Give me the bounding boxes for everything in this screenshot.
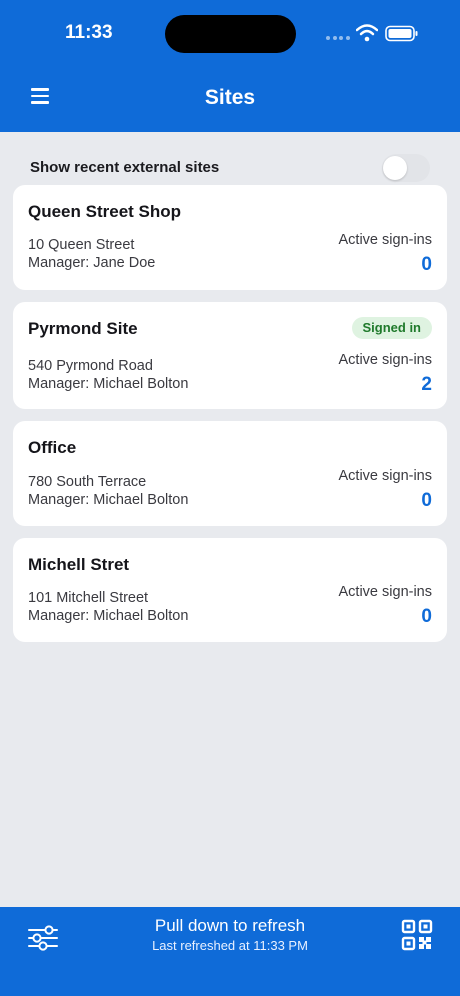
active-signins-count: 0 [421,254,432,275]
active-signins-count: 2 [421,374,432,395]
site-manager: Manager: Jane Doe [28,255,156,271]
active-signins-label: Active sign-ins [338,352,432,368]
site-address: 540 Pyrmond Road [28,358,153,374]
site-card-queen-street-shop[interactable]: Queen Street Shop 10 Queen Street Manage… [13,185,447,290]
recent-external-sites-row: Show recent external sites [30,154,430,182]
site-card-office[interactable]: Office 780 South Terrace Manager: Michae… [13,421,447,526]
page-title: Sites [204,86,256,109]
wifi-icon [356,24,378,42]
site-card-michell-stret[interactable]: Michell Stret 101 Mitchell Street Manage… [13,538,447,642]
site-card-pyrmond-site[interactable]: Pyrmond Site Signed in 540 Pyrmond Road … [13,302,447,409]
active-signins-label: Active sign-ins [338,584,432,600]
site-manager: Manager: Michael Bolton [28,608,189,624]
site-address: 101 Mitchell Street [28,590,149,606]
active-signins-count: 0 [421,606,432,627]
cellular-signal-icon [326,36,350,40]
site-name: Office [28,438,77,457]
screen: 11:33 Sites Show recent external sites Q… [0,0,460,996]
site-address: 10 Queen Street [28,237,135,253]
site-list: Queen Street Shop 10 Queen Street Manage… [13,185,447,654]
status-time: 11:33 [65,22,113,43]
site-manager: Manager: Michael Bolton [28,492,189,508]
refresh-title: Pull down to refresh [154,916,306,935]
active-signins-label: Active sign-ins [338,232,432,248]
recent-external-sites-toggle[interactable] [382,154,430,182]
site-manager: Manager: Michael Bolton [28,376,189,392]
bottom-bar: Pull down to refresh Last refreshed at 1… [0,907,460,996]
battery-icon [385,25,418,42]
site-name: Michell Stret [28,555,130,574]
toggle-knob [383,156,407,180]
toggle-label: Show recent external sites [30,159,220,176]
header: 11:33 Sites [0,0,460,132]
signed-in-badge: Signed in [351,317,432,339]
qr-code-icon[interactable] [401,919,433,951]
site-name: Queen Street Shop [28,202,182,221]
dynamic-island [165,15,296,53]
site-name: Pyrmond Site [28,319,138,338]
site-address: 780 South Terrace [28,474,147,490]
last-refreshed-text: Last refreshed at 11:33 PM [152,938,308,953]
active-signins-label: Active sign-ins [338,468,432,484]
active-signins-count: 0 [421,490,432,511]
